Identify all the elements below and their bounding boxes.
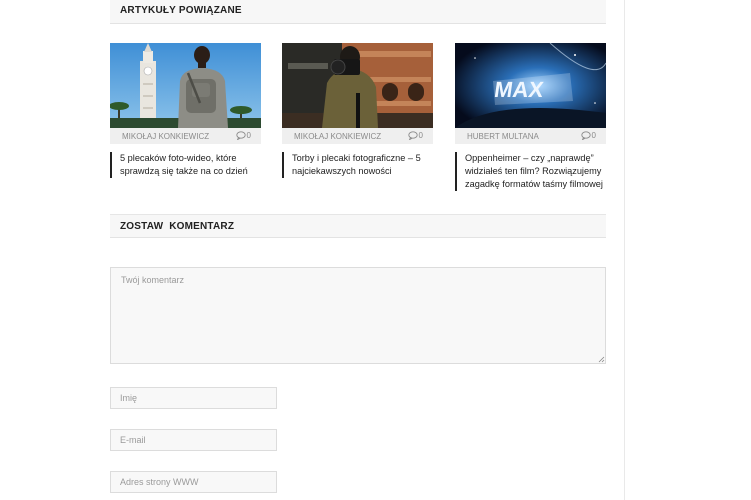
leave-comment-header: ZOSTAW KOMENTARZ — [110, 214, 606, 238]
article-meta: HUBERT MULTANA 0 — [455, 128, 606, 144]
svg-text:MAX: MAX — [493, 77, 546, 102]
related-article-card[interactable]: MIKOŁAJ KONKIEWICZ 0 Torby i plecaki fot… — [282, 43, 433, 178]
comment-bubble-icon — [580, 131, 591, 141]
email-input[interactable] — [110, 429, 277, 451]
comment-count-value: 0 — [418, 131, 423, 140]
article-thumbnail[interactable] — [282, 43, 433, 128]
related-article-card[interactable]: MAX HUBERT MULTANA 0 Oppenheimer – czy „… — [455, 43, 606, 191]
article-meta: MIKOŁAJ KONKIEWICZ 0 — [110, 128, 261, 144]
website-input[interactable] — [110, 471, 277, 493]
comment-count-value: 0 — [591, 131, 596, 140]
sidebar-divider — [624, 0, 625, 500]
article-comment-count[interactable]: 0 — [407, 131, 423, 141]
article-thumbnail[interactable] — [110, 43, 261, 128]
name-input[interactable] — [110, 387, 277, 409]
article-author[interactable]: HUBERT MULTANA — [467, 132, 539, 141]
photo-man-with-backpack-icon — [110, 43, 261, 128]
photo-imax-logo-space-icon: MAX — [455, 43, 606, 128]
leave-comment-title: ZOSTAW KOMENTARZ — [120, 221, 235, 232]
article-title[interactable]: Oppenheimer – czy „naprawdę” widziałeś t… — [455, 152, 606, 191]
article-author[interactable]: MIKOŁAJ KONKIEWICZ — [122, 132, 209, 141]
comment-count-value: 0 — [246, 131, 251, 140]
article-author[interactable]: MIKOŁAJ KONKIEWICZ — [294, 132, 381, 141]
article-meta: MIKOŁAJ KONKIEWICZ 0 — [282, 128, 433, 144]
related-article-card[interactable]: MIKOŁAJ KONKIEWICZ 0 5 plecaków foto-wid… — [110, 43, 261, 178]
related-articles-header: ARTYKUŁY POWIĄZANE — [110, 0, 606, 24]
article-title[interactable]: Torby i plecaki fotograficzne – 5 najcie… — [282, 152, 433, 178]
photo-photographer-with-camera-icon — [282, 43, 433, 128]
comment-textarea[interactable] — [110, 267, 606, 364]
article-comment-count[interactable]: 0 — [235, 131, 251, 141]
related-articles-title: ARTYKUŁY POWIĄZANE — [120, 5, 242, 16]
article-comment-count[interactable]: 0 — [580, 131, 596, 141]
comment-bubble-icon — [235, 131, 246, 141]
article-thumbnail[interactable]: MAX — [455, 43, 606, 128]
article-title[interactable]: 5 plecaków foto-wideo, które sprawdzą si… — [110, 152, 261, 178]
comment-bubble-icon — [407, 131, 418, 141]
resize-grip-icon[interactable] — [598, 356, 605, 363]
